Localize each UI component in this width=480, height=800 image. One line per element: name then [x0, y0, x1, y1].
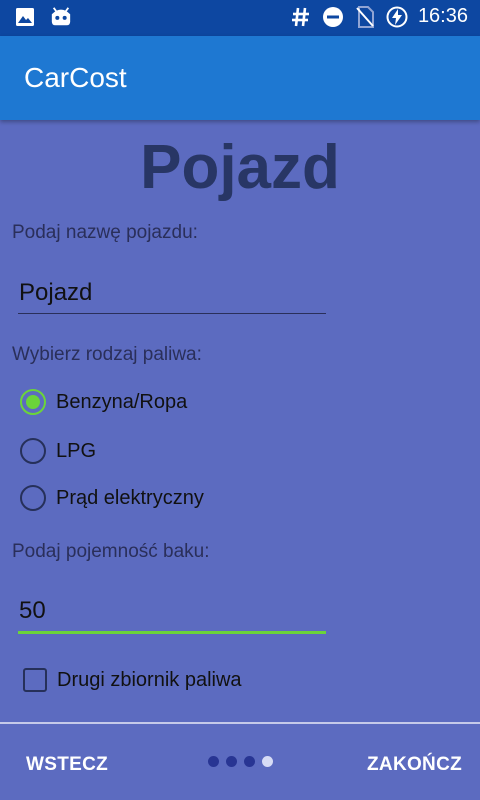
radio-label-electric: Prąd elektryczny — [56, 486, 204, 509]
image-icon — [14, 6, 36, 28]
android-debug-icon — [50, 6, 72, 28]
battery-charging-icon — [386, 6, 408, 28]
hash-icon — [290, 6, 312, 28]
tank-capacity-input[interactable] — [18, 588, 327, 634]
vehicle-name-input[interactable] — [18, 270, 327, 316]
radio-option-lpg[interactable]: LPG — [20, 438, 96, 464]
bottom-navigation: WSTECZ ZAKOŃCZ — [0, 724, 480, 800]
back-button[interactable]: WSTECZ — [26, 754, 108, 776]
vehicle-name-label: Podaj nazwę pojazdu: — [12, 222, 198, 243]
page-dot-active — [262, 756, 273, 767]
finish-button[interactable]: ZAKOŃCZ — [367, 754, 462, 776]
no-sim-icon — [354, 5, 376, 28]
radio-option-petrol[interactable]: Benzyna/Ropa — [20, 389, 187, 415]
tank-capacity-label: Podaj pojemność baku: — [12, 541, 210, 562]
radio-button[interactable] — [20, 485, 46, 511]
page-title: Pojazd — [140, 133, 340, 202]
radio-option-electric[interactable]: Prąd elektryczny — [20, 485, 204, 511]
page-dot — [244, 756, 255, 767]
do-not-disturb-icon — [322, 6, 344, 28]
page-dot — [226, 756, 237, 767]
clock: 16:36 — [417, 5, 468, 27]
fuel-type-label: Wybierz rodzaj paliwa: — [12, 344, 202, 365]
page-dot — [208, 756, 219, 767]
second-tank-label: Drugi zbiornik paliwa — [57, 668, 242, 691]
second-tank-checkbox-row[interactable]: Drugi zbiornik paliwa — [23, 668, 242, 692]
tank-capacity-underline-focused — [18, 631, 326, 634]
vehicle-name-underline — [18, 313, 326, 314]
radio-label-petrol: Benzyna/Ropa — [56, 390, 188, 413]
radio-label-lpg: LPG — [56, 439, 97, 462]
app-title: CarCost — [24, 62, 127, 93]
second-tank-checkbox[interactable] — [23, 668, 47, 692]
radio-dot — [26, 395, 40, 409]
status-bar: 16:36 — [0, 0, 480, 36]
page-indicator — [208, 756, 273, 767]
radio-button[interactable] — [20, 438, 46, 464]
app-bar: CarCost — [0, 36, 480, 120]
radio-button-checked[interactable] — [20, 389, 46, 415]
